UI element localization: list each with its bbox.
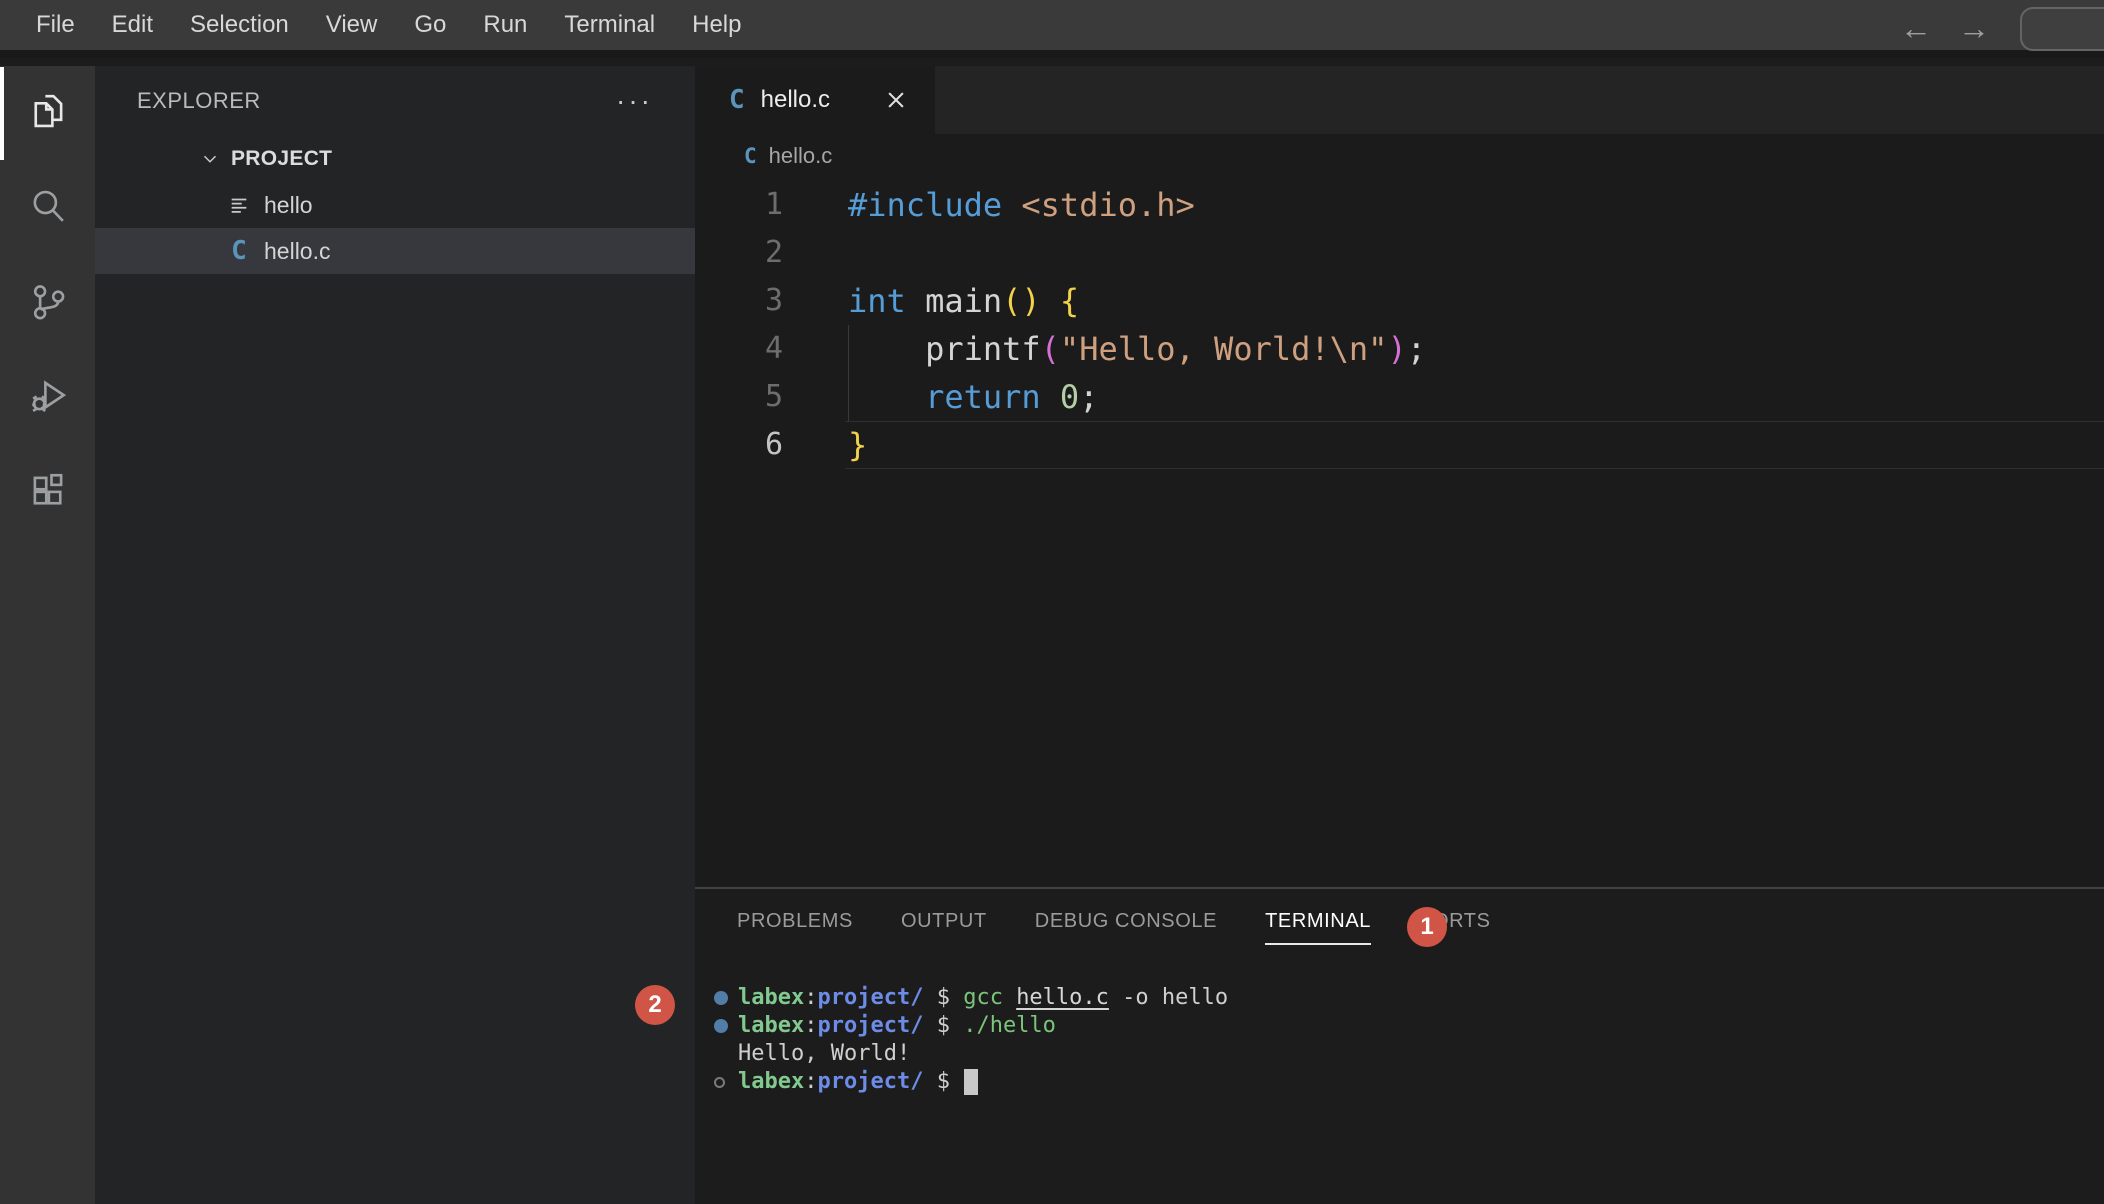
terminal-line: labex:project/ $ <box>695 1068 2104 1096</box>
explorer-header: EXPLORER ··· <box>95 66 695 136</box>
line-number: 6 <box>764 427 783 462</box>
line-number: 3 <box>764 283 783 318</box>
menu-bar: File Edit Selection View Go Run Terminal… <box>0 0 2104 58</box>
file-item-label: hello.c <box>264 237 331 264</box>
file-lines-icon <box>226 192 252 218</box>
chevron-down-icon <box>199 148 221 170</box>
files-icon <box>27 90 69 137</box>
panel-tab-output[interactable]: OUTPUT <box>901 902 987 945</box>
breadcrumb[interactable]: C hello.c <box>695 134 2104 178</box>
editor-tab-bar: C hello.c <box>695 66 2104 134</box>
editor-group: C hello.c C hello.c 1 #include <stdio.h> 2… <box>695 66 2104 1204</box>
terminal-cursor <box>964 1069 979 1095</box>
source-control-icon <box>27 280 69 327</box>
code-line-2[interactable]: 2 <box>695 229 2104 277</box>
ide-window: File Edit Selection View Go Run Terminal… <box>0 0 2104 1204</box>
menu-terminal[interactable]: Terminal <box>564 11 655 39</box>
annotation-badge-2: 2 <box>635 985 675 1025</box>
code-text: printf("Hello, World!\n"); <box>848 330 1426 368</box>
code-line-5[interactable]: 5 return 0; <box>695 373 2104 421</box>
file-item-hello-c[interactable]: C hello.c <box>95 228 695 274</box>
close-icon[interactable] <box>881 85 911 115</box>
menu-go[interactable]: Go <box>414 11 446 39</box>
terminal-text: labex:project/ $ ./hello <box>738 1013 1056 1038</box>
active-indicator <box>0 67 4 160</box>
terminal[interactable]: labex:project/ $ gcc hello.c -o hello lab… <box>695 958 2104 1204</box>
code-text: #include <stdio.h> <box>848 186 1195 224</box>
activity-explorer[interactable] <box>0 66 95 161</box>
bottom-panel: PROBLEMS OUTPUT DEBUG CONSOLE TERMINAL PORTS… <box>695 887 2104 1204</box>
c-language-icon: C <box>744 144 757 168</box>
line-number: 2 <box>764 235 783 270</box>
activity-source-control[interactable] <box>0 256 95 351</box>
extensions-icon <box>27 470 69 517</box>
run-debug-icon <box>27 375 69 422</box>
panel-tab-problems[interactable]: PROBLEMS <box>737 902 853 945</box>
menu-help[interactable]: Help <box>692 11 741 39</box>
more-actions-icon[interactable]: ··· <box>616 87 653 115</box>
code-text: int main() { <box>848 282 1080 320</box>
terminal-line: labex:project/ $ gcc hello.c -o hello <box>695 984 2104 1012</box>
code-line-4[interactable]: 4 printf("Hello, World!\n"); <box>695 325 2104 373</box>
code-line-1[interactable]: 1 #include <stdio.h> <box>695 181 2104 229</box>
line-number: 4 <box>764 331 783 366</box>
tab-label: hello.c <box>760 86 831 113</box>
folder-project[interactable]: PROJECT <box>95 136 695 182</box>
menu-view[interactable]: View <box>326 11 378 39</box>
c-language-icon: C <box>729 85 745 115</box>
line-number: 1 <box>764 187 783 222</box>
terminal-file-link[interactable]: hello.c <box>1016 985 1109 1010</box>
line-number: 5 <box>764 379 783 414</box>
activity-run-debug[interactable] <box>0 351 95 446</box>
forward-arrow-icon[interactable]: → <box>1958 0 1990 58</box>
prompt-circle-icon <box>714 1076 738 1088</box>
activity-search[interactable] <box>0 161 95 256</box>
terminal-text: labex:project/ $ <box>738 1068 979 1096</box>
terminal-line: labex:project/ $ ./hello <box>695 1012 2104 1040</box>
menu-file[interactable]: File <box>36 11 75 39</box>
c-language-icon: C <box>231 236 247 266</box>
terminal-line: Hello, World! <box>695 1040 2104 1068</box>
breadcrumb-file: hello.c <box>768 143 833 168</box>
terminal-text: Hello, World! <box>738 1041 911 1066</box>
indent-guide <box>848 325 849 421</box>
code-text: return 0; <box>925 378 1099 416</box>
activity-extensions[interactable] <box>0 446 95 541</box>
panel-tab-bar: PROBLEMS OUTPUT DEBUG CONSOLE TERMINAL PORTS <box>695 889 2104 958</box>
file-item-label: hello <box>264 191 313 218</box>
workbench: EXPLORER ··· PROJECT hello C hello.c C h… <box>0 66 2104 1204</box>
back-arrow-icon[interactable]: ← <box>1900 0 1932 58</box>
code-line-3[interactable]: 3 int main() { <box>695 277 2104 325</box>
code-editor[interactable]: 1 #include <stdio.h> 2 3 int main() { 4 print… <box>695 178 2104 887</box>
tab-hello-c[interactable]: C hello.c <box>695 66 935 134</box>
current-line-highlight <box>845 421 2104 469</box>
folder-project-label: PROJECT <box>231 147 333 170</box>
command-success-dot-icon <box>714 1019 738 1033</box>
terminal-text: labex:project/ $ gcc hello.c -o hello <box>738 985 1229 1010</box>
explorer-title: EXPLORER <box>137 88 261 113</box>
panel-tab-terminal[interactable]: TERMINAL <box>1265 902 1372 945</box>
explorer-sidebar: EXPLORER ··· PROJECT hello C hello.c <box>95 66 695 1204</box>
command-success-dot-icon <box>714 991 738 1005</box>
menu-selection[interactable]: Selection <box>190 11 289 39</box>
panel-tab-debug-console[interactable]: DEBUG CONSOLE <box>1035 902 1217 945</box>
command-search-box[interactable] <box>2020 7 2104 51</box>
search-icon <box>27 185 69 232</box>
menu-edit[interactable]: Edit <box>112 11 153 39</box>
activity-bar <box>0 66 95 1204</box>
annotation-badge-1: 1 <box>1407 907 1447 947</box>
menu-run[interactable]: Run <box>483 11 527 39</box>
file-item-hello[interactable]: hello <box>95 182 695 228</box>
